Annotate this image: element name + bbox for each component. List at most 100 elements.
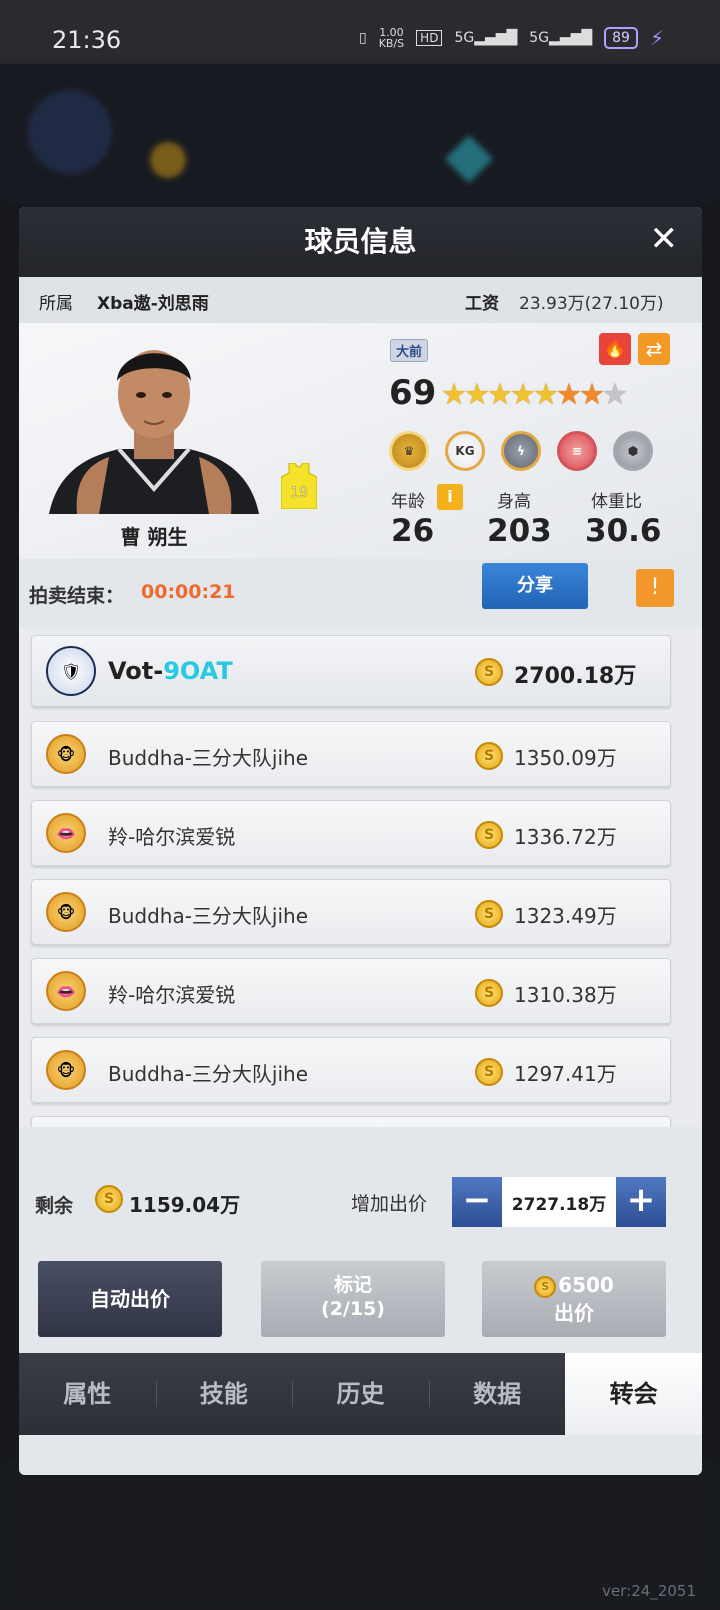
- bid-label: 出价: [554, 1301, 594, 1325]
- skill-badges: ♛ KG ϟ ≡ ⬢: [389, 431, 653, 471]
- star-icon: ★: [556, 377, 582, 411]
- coin-icon: S: [475, 742, 503, 770]
- star-icon: ★: [602, 377, 628, 411]
- mark-button[interactable]: 标记 (2/15): [261, 1261, 445, 1337]
- coin-icon: S: [534, 1275, 557, 1298]
- player-info-modal: 球员信息 ✕ 所属 Xba遨-刘思雨 工资 23.93万(27.10万) 曹 朔…: [19, 207, 702, 1475]
- status-time: 21:36: [52, 26, 122, 54]
- star-icon: ★: [487, 377, 513, 411]
- weight-ratio-label: 体重比: [591, 492, 642, 512]
- tab-stats[interactable]: 数据: [428, 1353, 566, 1435]
- share-button[interactable]: 分享: [482, 563, 588, 609]
- bidder-name: Vot-9OAT: [108, 657, 233, 685]
- gold-badge-icon[interactable]: ♛: [389, 431, 429, 471]
- place-bid-button[interactable]: S 6500 出价: [482, 1261, 666, 1337]
- team-salary-row: 所属 Xba遨-刘思雨 工资 23.93万(27.10万): [19, 277, 702, 323]
- bid-amount-input[interactable]: [502, 1177, 616, 1227]
- bid-amount: 1336.72万: [514, 825, 617, 849]
- player-card: 曹 朔生 19 大前 🔥 ⇄ 69 ★★★★★★★★ ♛ KG ϟ ≡ ⬢ 年龄…: [19, 323, 702, 559]
- net-speed-unit: KB/S: [378, 37, 405, 50]
- auto-bid-button[interactable]: 自动出价: [38, 1261, 222, 1337]
- star-icon: ★: [510, 377, 536, 411]
- status-icons: ▯ 1.00 KB/S HD 5G▂▄▆█ 5G▂▄▆█ 89 ⚡: [359, 26, 664, 50]
- monkey-avatar-icon: 🐵: [46, 1050, 86, 1090]
- weight-ratio-value: 30.6: [585, 513, 662, 549]
- bidder-name: Buddha-三分大队jihe: [108, 746, 309, 770]
- position-tag: 大前: [390, 339, 429, 362]
- monkey-avatar-icon: 🐵: [46, 734, 86, 774]
- salary-value: 23.93万(27.10万): [519, 294, 664, 314]
- bidder-name: 羚-哈尔滨爱锐: [108, 983, 236, 1007]
- background-coin-icon: [150, 142, 186, 178]
- modal-title: 球员信息: [19, 207, 702, 277]
- coin-icon: S: [475, 979, 503, 1007]
- mark-label: 标记: [333, 1274, 372, 1296]
- bid-row: 🐵 Buddha-三分大队jihe S 1323.49万: [31, 879, 671, 945]
- fire-icon: 🔥: [599, 333, 631, 365]
- increase-bid-button[interactable]: +: [616, 1177, 666, 1227]
- charging-icon: ⚡: [649, 26, 664, 50]
- jersey-icon: 19: [281, 463, 317, 509]
- lips-avatar-icon: 👄: [46, 971, 86, 1011]
- height-value: 203: [487, 513, 552, 549]
- bid-row: 🐵 Buddha-三分大队jihe S 1297.41万: [31, 1037, 671, 1103]
- bid-amount: 2700.18万: [514, 664, 637, 689]
- background-header: [0, 64, 720, 204]
- increase-bid-label: 增加出价: [351, 1193, 428, 1215]
- bid-amount: 1323.49万: [514, 904, 617, 928]
- height-label: 身高: [497, 492, 531, 512]
- coin-icon: S: [475, 900, 503, 928]
- vibrate-icon: ▯: [359, 30, 367, 46]
- close-icon[interactable]: ✕: [650, 219, 679, 259]
- bid-row-top: 🛡 Vot-9OAT S 2700.18万: [31, 635, 671, 707]
- lips-avatar-icon: 👄: [46, 813, 86, 853]
- star-icon: ★: [464, 377, 490, 411]
- team-name: Xba遨-刘思雨: [97, 294, 209, 314]
- background-diamond-icon: [444, 134, 494, 184]
- bid-row: 👄 羚-哈尔滨爱锐 S 1310.38万: [31, 958, 671, 1024]
- info-icon[interactable]: i: [437, 484, 463, 510]
- bid-row-partial: [31, 1116, 671, 1127]
- player-rating: 69: [389, 373, 437, 413]
- warning-icon[interactable]: !: [636, 569, 674, 607]
- bid-cost-line: S 6500: [482, 1271, 666, 1299]
- coin-icon: S: [475, 821, 503, 849]
- bid-list[interactable]: 🛡 Vot-9OAT S 2700.18万 🐵 Buddha-三分大队jihe …: [19, 627, 702, 1127]
- signal-5g-icon: 5G▂▄▆█: [454, 30, 518, 46]
- battery-icon: 89: [604, 27, 638, 49]
- auction-end-label: 拍卖结束：: [29, 585, 125, 607]
- hd-icon: HD: [416, 30, 443, 46]
- bidder-name-prefix: Vot-: [108, 657, 164, 685]
- remaining-value: 1159.04万: [129, 1193, 241, 1217]
- star-icon: ★: [441, 377, 467, 411]
- bid-row: 👄 羚-哈尔滨爱锐 S 1336.72万: [31, 800, 671, 866]
- auction-bar: 拍卖结束： 00:00:21 分享 !: [19, 559, 702, 627]
- auction-countdown: 00:00:21: [141, 581, 236, 603]
- swap-icon[interactable]: ⇄: [638, 333, 670, 365]
- star-icon: ★: [579, 377, 605, 411]
- coin-icon: S: [475, 1058, 503, 1086]
- kg-badge-icon[interactable]: KG: [445, 431, 485, 471]
- age-value: 26: [391, 513, 435, 549]
- background-team-logo: [28, 90, 112, 174]
- tab-bar: 属性 技能 历史 数据 转会: [19, 1353, 702, 1435]
- player-name: 曹 朔生: [120, 525, 188, 549]
- sim1-label: 5G: [454, 30, 475, 46]
- decrease-bid-button[interactable]: −: [452, 1177, 502, 1227]
- bidder-name: 羚-哈尔滨爱锐: [108, 825, 236, 849]
- age-label: 年龄: [391, 492, 425, 512]
- lightning-badge-icon[interactable]: ϟ: [501, 431, 541, 471]
- team-logo-icon: 🛡: [46, 646, 96, 696]
- tab-history[interactable]: 历史: [292, 1353, 429, 1435]
- tab-attributes[interactable]: 属性: [19, 1353, 156, 1435]
- net-speed: 1.00 KB/S: [379, 27, 404, 49]
- tab-skills[interactable]: 技能: [155, 1353, 293, 1435]
- salary-label: 工资: [465, 294, 499, 314]
- grey-badge-icon[interactable]: ⬢: [613, 431, 653, 471]
- tab-transfer[interactable]: 转会: [565, 1353, 702, 1435]
- team-label: 所属: [39, 294, 73, 314]
- shoe-badge-icon[interactable]: ≡: [557, 431, 597, 471]
- player-portrait: [49, 350, 259, 514]
- remaining-label: 剩余: [35, 1195, 74, 1217]
- bid-row: 🐵 Buddha-三分大队jihe S 1350.09万: [31, 721, 671, 787]
